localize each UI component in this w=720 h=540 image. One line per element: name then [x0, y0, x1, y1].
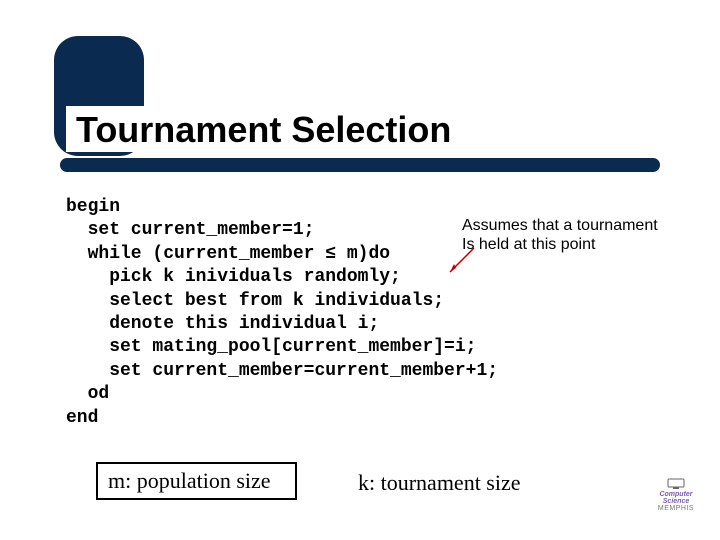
legend-k: k: tournament size	[358, 470, 521, 496]
legend-m-text: m: population size	[108, 468, 271, 493]
slide: Tournament Selection begin set current_m…	[0, 0, 720, 540]
logo-line: MEMPHIS	[648, 505, 704, 512]
header-rule-decoration	[60, 158, 660, 172]
logo-line: Computer	[648, 491, 704, 498]
page-title: Tournament Selection	[66, 106, 461, 152]
annotation-line: Is held at this point	[462, 235, 658, 254]
legend-m-box: m: population size	[96, 462, 297, 500]
logo-line: Science	[648, 498, 704, 505]
pseudocode-block: begin set current_member=1; while (curre…	[66, 196, 498, 430]
legend-k-text: k: tournament size	[358, 470, 521, 495]
monitor-icon	[666, 478, 686, 490]
university-logo: Computer Science MEMPHIS	[648, 478, 704, 514]
annotation-text: Assumes that a tournament Is held at thi…	[462, 216, 658, 254]
annotation-line: Assumes that a tournament	[462, 216, 658, 235]
